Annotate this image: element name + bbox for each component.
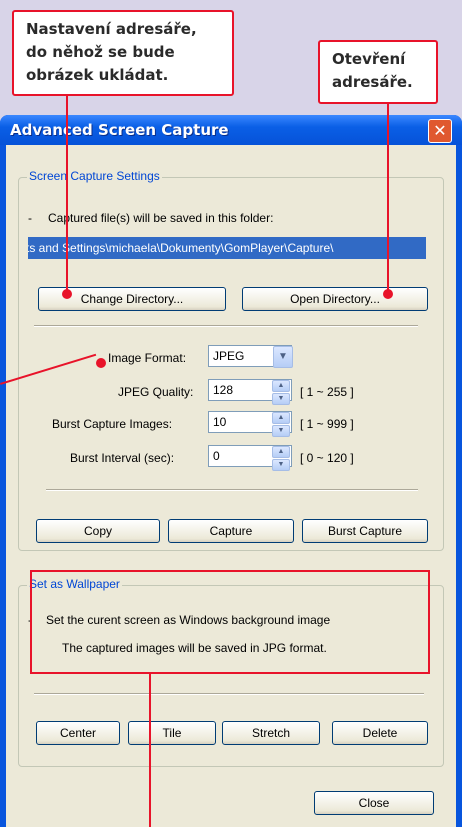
callout-line: adresáře. [332,73,413,91]
spin-up-icon[interactable]: ▲ [272,446,290,458]
connector-line [387,104,389,294]
title-bar[interactable]: Advanced Screen Capture ✕ [0,115,462,145]
window-title: Advanced Screen Capture [10,121,229,139]
callout-open-directory: Otevření adresáře. [318,40,438,104]
image-format-value: JPEG [213,349,245,363]
connector-line [149,674,151,827]
chevron-down-icon[interactable]: ▼ [273,346,293,368]
spin-down-icon[interactable]: ▼ [272,393,290,405]
callout-line: obrázek ukládat. [26,66,169,84]
capture-button[interactable]: Capture [168,519,294,543]
connector-dot [383,289,393,299]
open-directory-button[interactable]: Open Directory... [242,287,428,311]
divider [34,325,418,327]
image-format-label: Image Format: [108,351,187,365]
advanced-screen-capture-window: Advanced Screen Capture ✕ Screen Capture… [0,115,462,827]
spin-down-icon[interactable]: ▼ [272,459,290,471]
burst-interval-spinner[interactable]: ▲ ▼ [272,446,290,471]
divider [46,489,418,491]
copy-button[interactable]: Copy [36,519,160,543]
save-path-field[interactable]: ts and Settings\michaela\Dokumenty\GomPl… [28,237,426,259]
jpeg-quality-spinner[interactable]: ▲ ▼ [272,380,290,405]
group-legend: Screen Capture Settings [27,169,162,183]
spin-up-icon[interactable]: ▲ [272,412,290,424]
callout-directory-setting: Nastavení adresáře, do něhož se bude obr… [12,10,234,96]
save-folder-info: Captured file(s) will be saved in this f… [48,211,274,225]
save-path-value: ts and Settings\michaela\Dokumenty\GomPl… [28,241,334,255]
burst-capture-button[interactable]: Burst Capture [302,519,428,543]
spin-down-icon[interactable]: ▼ [272,425,290,437]
jpeg-quality-label: JPEG Quality: [118,385,194,399]
jpeg-quality-range: [ 1 ~ 255 ] [300,385,354,399]
stretch-button[interactable]: Stretch [222,721,320,745]
connector-dot [96,358,106,368]
delete-button[interactable]: Delete [332,721,428,745]
close-icon[interactable]: ✕ [428,119,452,143]
callout-line: do něhož se bude [26,43,175,61]
callout-line: Nastavení adresáře, [26,20,197,38]
spin-up-icon[interactable]: ▲ [272,380,290,392]
divider [34,693,424,695]
burst-images-label: Burst Capture Images: [52,417,173,431]
info-dash: - [28,211,32,225]
close-button[interactable]: Close [314,791,434,815]
connector-line [66,96,68,294]
connector-dot [62,289,72,299]
burst-interval-range: [ 0 ~ 120 ] [300,451,354,465]
burst-images-range: [ 1 ~ 999 ] [300,417,354,431]
tile-button[interactable]: Tile [128,721,216,745]
callout-line: Otevření [332,50,406,68]
center-button[interactable]: Center [36,721,120,745]
burst-interval-label: Burst Interval (sec): [70,451,175,465]
burst-images-spinner[interactable]: ▲ ▼ [272,412,290,437]
wallpaper-highlight-box [30,570,430,674]
